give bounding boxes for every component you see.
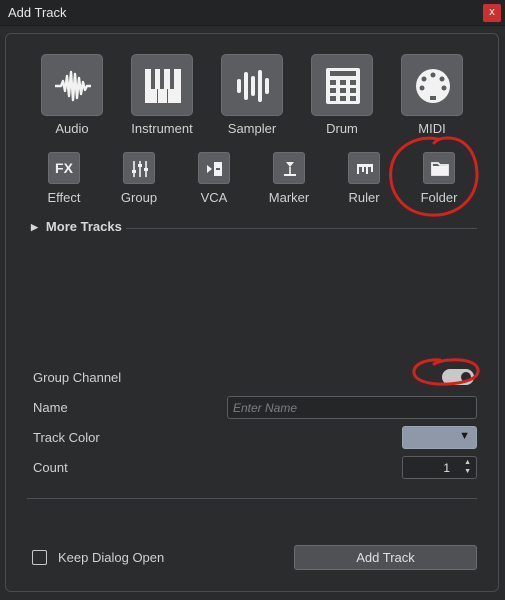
group-channel-label: Group Channel <box>33 370 122 385</box>
title-bar: Add Track x <box>0 0 505 26</box>
window-title: Add Track <box>8 5 67 20</box>
count-value: 1 <box>443 461 450 475</box>
marker-label: Marker <box>268 190 310 205</box>
drum-pads-icon <box>326 68 360 104</box>
marker-icon <box>284 162 296 176</box>
effect-track-button[interactable]: FX <box>48 152 80 184</box>
keep-dialog-open-label: Keep Dialog Open <box>58 550 165 565</box>
more-tracks-toggle[interactable]: ▶ More Tracks <box>31 219 122 234</box>
mixer-faders-icon <box>132 161 148 177</box>
midi-track-button[interactable] <box>401 54 463 116</box>
folder-track-button[interactable] <box>423 152 455 184</box>
count-label: Count <box>33 460 68 475</box>
effect-label: Effect <box>47 190 81 205</box>
keep-dialog-open-checkbox[interactable] <box>32 550 47 565</box>
dialog-panel <box>5 33 499 592</box>
expand-arrow-icon: ▶ <box>31 222 38 232</box>
fx-icon: FX <box>55 160 73 176</box>
ruler-icon <box>357 164 373 174</box>
group-label: Group <box>120 190 158 205</box>
sampler-label: Sampler <box>227 121 277 136</box>
piano-keys-icon <box>145 69 181 103</box>
more-tracks-label: More Tracks <box>45 219 122 234</box>
sampler-track-button[interactable] <box>221 54 283 116</box>
count-stepper[interactable]: 1 ▲ ▼ <box>402 456 477 479</box>
group-track-button[interactable] <box>123 152 155 184</box>
track-color-dropdown[interactable]: ▼ <box>402 426 477 449</box>
footer-divider <box>27 498 477 499</box>
dropdown-arrow-icon: ▼ <box>459 430 470 442</box>
ruler-track-button[interactable] <box>348 152 380 184</box>
close-button[interactable]: x <box>483 4 501 22</box>
add-track-button[interactable]: Add Track <box>294 545 477 570</box>
drum-track-button[interactable] <box>311 54 373 116</box>
name-label: Name <box>33 400 68 415</box>
sampler-bars-icon <box>237 70 269 102</box>
drum-label: Drum <box>326 121 358 136</box>
audio-label: Audio <box>55 121 89 136</box>
audio-track-button[interactable] <box>41 54 103 116</box>
marker-track-button[interactable] <box>273 152 305 184</box>
ruler-label: Ruler <box>348 190 380 205</box>
name-input[interactable] <box>227 396 477 419</box>
increment-arrow-icon[interactable]: ▲ <box>464 459 471 466</box>
vca-fader-icon <box>207 162 222 176</box>
instrument-label: Instrument <box>131 121 193 136</box>
group-channel-toggle[interactable] <box>442 369 474 385</box>
folder-icon <box>431 162 449 176</box>
midi-connector-icon <box>416 69 450 103</box>
midi-label: MIDI <box>418 121 446 136</box>
toggle-knob <box>461 372 471 382</box>
instrument-track-button[interactable] <box>131 54 193 116</box>
vca-label: VCA <box>200 190 228 205</box>
vca-track-button[interactable] <box>198 152 230 184</box>
waveform-icon <box>55 70 91 102</box>
more-tracks-divider <box>126 228 477 229</box>
folder-label: Folder <box>420 190 458 205</box>
track-color-label: Track Color <box>33 430 100 445</box>
decrement-arrow-icon[interactable]: ▼ <box>464 468 471 475</box>
